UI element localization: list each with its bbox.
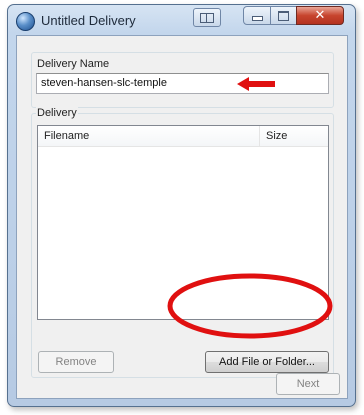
delivery-label: Delivery bbox=[36, 107, 78, 119]
delivery-group: Delivery Filename Size Remove Add File o… bbox=[31, 107, 334, 378]
title-bar[interactable]: Untitled Delivery ✕ bbox=[8, 5, 355, 35]
window-title: Untitled Delivery bbox=[41, 13, 136, 28]
minimize-button[interactable] bbox=[243, 6, 271, 25]
delivery-name-input[interactable]: steven-hansen-slc-temple bbox=[36, 73, 329, 94]
column-header-size[interactable]: Size bbox=[260, 126, 328, 146]
delivery-name-group: Delivery Name steven-hansen-slc-temple bbox=[31, 52, 334, 108]
next-button[interactable]: Next bbox=[276, 373, 340, 395]
snap-icon bbox=[200, 12, 214, 23]
snap-button[interactable] bbox=[193, 8, 221, 27]
maximize-button[interactable] bbox=[270, 6, 297, 25]
red-arrow-annotation bbox=[237, 77, 275, 91]
column-header-filename[interactable]: Filename bbox=[38, 126, 260, 146]
app-icon bbox=[16, 12, 35, 31]
add-file-or-folder-button[interactable]: Add File or Folder... bbox=[205, 351, 329, 373]
close-button[interactable]: ✕ bbox=[296, 6, 344, 25]
file-list-header: Filename Size bbox=[38, 126, 328, 147]
minimize-icon bbox=[251, 16, 263, 21]
remove-button[interactable]: Remove bbox=[38, 351, 114, 373]
file-list[interactable]: Filename Size bbox=[37, 125, 329, 320]
dialog-body: Delivery Name steven-hansen-slc-temple D… bbox=[16, 35, 348, 399]
close-icon: ✕ bbox=[314, 8, 326, 23]
maximize-icon bbox=[278, 10, 289, 21]
delivery-name-label: Delivery Name bbox=[36, 58, 111, 70]
app-window: Untitled Delivery ✕ Delivery Name steven… bbox=[7, 4, 356, 407]
